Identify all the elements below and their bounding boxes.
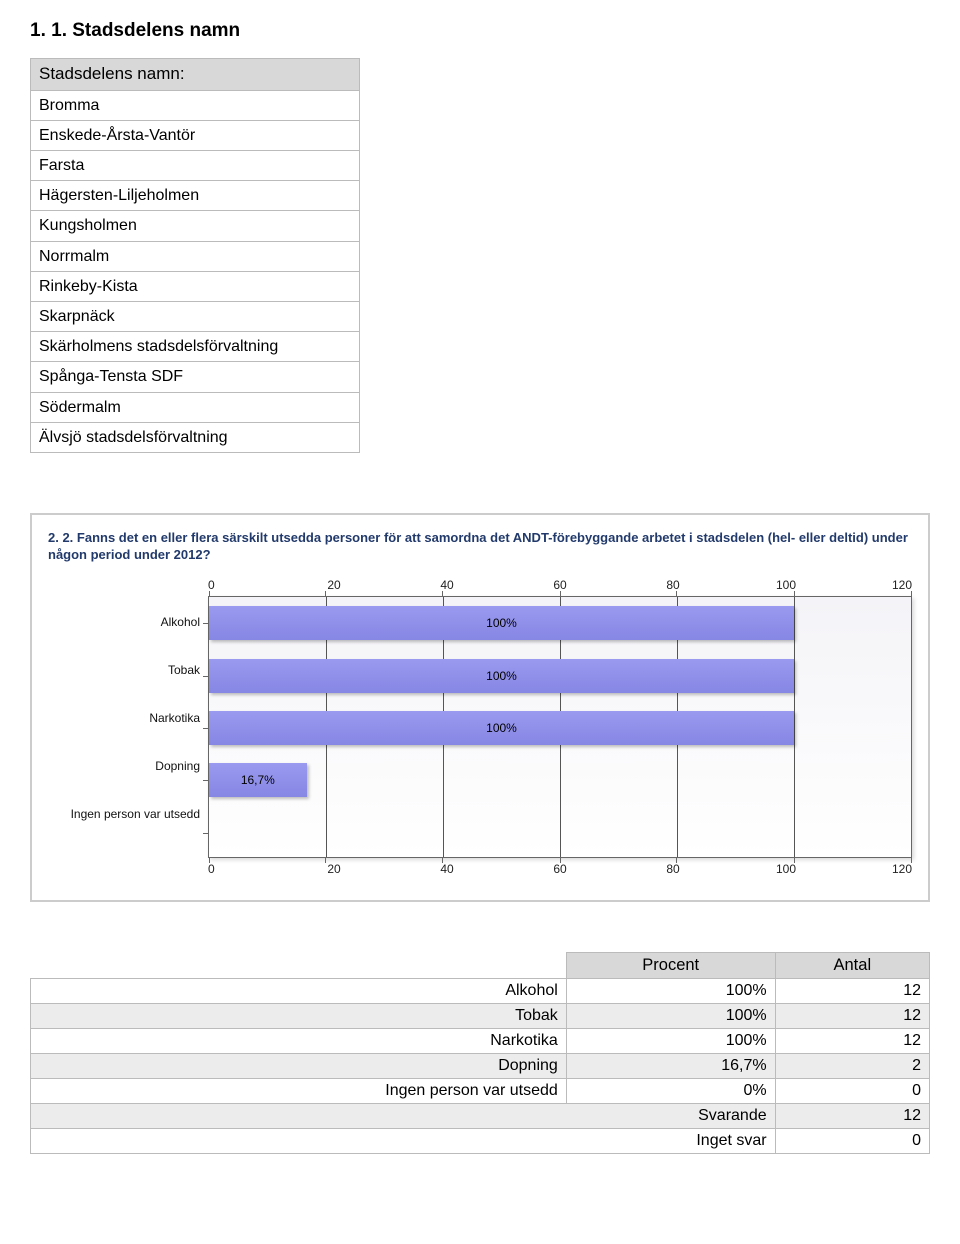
axis-tick: 40 bbox=[434, 578, 460, 592]
section-heading: 1. 1. Stadsdelens namn bbox=[30, 20, 930, 42]
result-footer-value: 12 bbox=[775, 1103, 929, 1128]
result-row-percent: 100% bbox=[566, 978, 775, 1003]
chart-category-label: Dopning bbox=[48, 742, 200, 790]
result-header: Procent bbox=[566, 952, 775, 978]
chart-bar-label: 16,7% bbox=[241, 773, 275, 787]
result-footer-label: Svarande bbox=[31, 1103, 776, 1128]
result-header-blank bbox=[31, 952, 567, 978]
chart-category-label: Tobak bbox=[48, 646, 200, 694]
result-row-percent: 100% bbox=[566, 1003, 775, 1028]
district-list-item: Enskede-Årsta-Vantör bbox=[31, 120, 360, 150]
chart-bar-label: 100% bbox=[486, 669, 517, 683]
chart-bar-label: 100% bbox=[486, 721, 517, 735]
result-footer-value: 0 bbox=[775, 1128, 929, 1153]
district-list-item: Rinkeby-Kista bbox=[31, 271, 360, 301]
chart-y-labels: AlkoholTobakNarkotikaDopningIngen person… bbox=[48, 598, 208, 838]
axis-tick: 20 bbox=[321, 862, 347, 876]
chart-container: 2. 2. Fanns det en eller flera särskilt … bbox=[30, 513, 930, 902]
chart-category-label: Narkotika bbox=[48, 694, 200, 742]
district-list-item: Kungsholmen bbox=[31, 211, 360, 241]
axis-tick: 20 bbox=[321, 578, 347, 592]
result-row-label: Ingen person var utsedd bbox=[31, 1078, 567, 1103]
axis-tick: 0 bbox=[208, 578, 234, 592]
district-list-item: Farsta bbox=[31, 151, 360, 181]
district-list-item: Skarpnäck bbox=[31, 301, 360, 331]
result-row-label: Narkotika bbox=[31, 1028, 567, 1053]
axis-tick: 100 bbox=[773, 862, 799, 876]
chart-bar-label: 100% bbox=[486, 616, 517, 630]
axis-tick: 80 bbox=[660, 862, 686, 876]
axis-tick: 40 bbox=[434, 862, 460, 876]
result-row-label: Tobak bbox=[31, 1003, 567, 1028]
district-list-item: Spånga-Tensta SDF bbox=[31, 362, 360, 392]
axis-tick: 0 bbox=[208, 862, 234, 876]
chart-bar: 100% bbox=[209, 659, 794, 693]
axis-tick: 120 bbox=[886, 862, 912, 876]
chart-category-label: Ingen person var utsedd bbox=[48, 790, 200, 838]
chart-bar: 16,7% bbox=[209, 763, 307, 797]
chart-title: 2. 2. Fanns det en eller flera särskilt … bbox=[48, 529, 912, 564]
chart-plot-area: 100% 100% 100% 16,7% bbox=[208, 596, 912, 858]
district-list-header: Stadsdelens namn: bbox=[31, 59, 360, 91]
district-list-item: Bromma bbox=[31, 90, 360, 120]
axis-tick: 100 bbox=[773, 578, 799, 592]
district-list-item: Älvsjö stadsdelsförvaltning bbox=[31, 422, 360, 452]
result-row-count: 2 bbox=[775, 1053, 929, 1078]
result-row-percent: 0% bbox=[566, 1078, 775, 1103]
result-row-count: 12 bbox=[775, 1028, 929, 1053]
axis-tick: 80 bbox=[660, 578, 686, 592]
result-row-count: 12 bbox=[775, 1003, 929, 1028]
chart-bar: 100% bbox=[209, 606, 794, 640]
chart-plot: AlkoholTobakNarkotikaDopningIngen person… bbox=[48, 578, 912, 876]
result-footer-label: Inget svar bbox=[31, 1128, 776, 1153]
result-row-label: Dopning bbox=[31, 1053, 567, 1078]
district-list-item: Skärholmens stadsdelsförvaltning bbox=[31, 332, 360, 362]
district-list-item: Norrmalm bbox=[31, 241, 360, 271]
result-row-count: 12 bbox=[775, 978, 929, 1003]
result-row-label: Alkohol bbox=[31, 978, 567, 1003]
chart-category-label: Alkohol bbox=[48, 598, 200, 646]
result-table: ProcentAntalAlkohol100%12Tobak100%12Nark… bbox=[30, 952, 930, 1154]
result-row-count: 0 bbox=[775, 1078, 929, 1103]
result-header: Antal bbox=[775, 952, 929, 978]
district-list-item: Södermalm bbox=[31, 392, 360, 422]
result-row-percent: 100% bbox=[566, 1028, 775, 1053]
district-list-table: Stadsdelens namn:BrommaEnskede-Årsta-Van… bbox=[30, 58, 360, 453]
chart-bar: 100% bbox=[209, 711, 794, 745]
axis-tick: 120 bbox=[886, 578, 912, 592]
axis-tick: 60 bbox=[547, 578, 573, 592]
axis-tick: 60 bbox=[547, 862, 573, 876]
result-row-percent: 16,7% bbox=[566, 1053, 775, 1078]
district-list-item: Hägersten-Liljeholmen bbox=[31, 181, 360, 211]
